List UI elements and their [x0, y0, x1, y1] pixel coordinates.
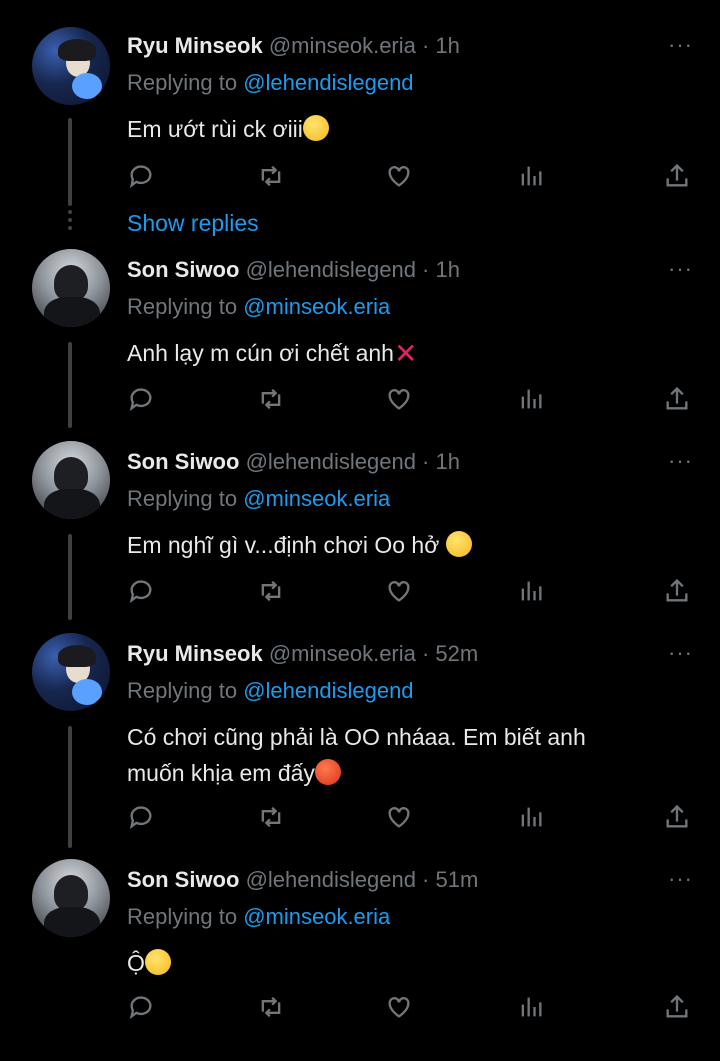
display-name[interactable]: Son Siwoo: [127, 867, 239, 892]
display-name[interactable]: Son Siwoo: [127, 449, 239, 474]
display-name[interactable]: Ryu Minseok: [127, 641, 263, 666]
avatar[interactable]: [32, 27, 110, 105]
replying-to: Replying to @minseok.eria: [127, 294, 391, 319]
thread-dots: [68, 210, 72, 234]
mention-link[interactable]: @minseok.eria: [243, 904, 390, 929]
more-options-icon[interactable]: ···: [668, 640, 693, 666]
reply-icon[interactable]: [127, 385, 157, 415]
replying-to: Replying to @lehendislegend: [127, 70, 414, 95]
like-icon[interactable]: [385, 162, 415, 192]
reply-icon[interactable]: [127, 993, 157, 1023]
share-icon[interactable]: [663, 162, 693, 192]
share-icon[interactable]: [663, 993, 693, 1023]
views-icon[interactable]: [517, 993, 547, 1023]
tweet-text: Ộ: [127, 945, 687, 981]
handle-time: @lehendislegend · 1h: [245, 257, 460, 282]
tweet-actions: [127, 162, 697, 192]
tweet-actions: [127, 577, 697, 607]
mention-link[interactable]: @minseok.eria: [243, 294, 390, 319]
more-options-icon[interactable]: ···: [668, 256, 693, 282]
replying-to: Replying to @minseok.eria: [127, 486, 391, 511]
more-options-icon[interactable]: ···: [668, 866, 693, 892]
thread-line: [68, 726, 72, 848]
tweet-actions: [127, 385, 697, 415]
tweet-text: Có chơi cũng phải là OO nháaa. Em biết a…: [127, 724, 586, 786]
thread-line: [68, 534, 72, 620]
share-icon[interactable]: [663, 577, 693, 607]
zany-face-emoji: [144, 949, 171, 975]
retweet-icon[interactable]: [257, 803, 287, 833]
more-options-icon[interactable]: ···: [668, 32, 693, 58]
tweet-header: Ryu Minseok @minseok.eria · 1h: [127, 33, 460, 59]
like-icon[interactable]: [385, 385, 415, 415]
share-icon[interactable]: [663, 385, 693, 415]
mention-link[interactable]: @lehendislegend: [243, 678, 413, 703]
angry-face-emoji: [314, 759, 341, 785]
replying-to: Replying to @lehendislegend: [127, 678, 414, 703]
handle-time: @minseok.eria · 1h: [268, 33, 460, 58]
share-icon[interactable]: [663, 803, 693, 833]
handle-time: @lehendislegend · 51m: [245, 867, 479, 892]
reply-icon[interactable]: [127, 577, 157, 607]
cross-mark-emoji: ✕: [393, 338, 418, 369]
handle-time: @lehendislegend · 1h: [245, 449, 460, 474]
handle-time: @minseok.eria · 52m: [268, 641, 479, 666]
hand-over-mouth-emoji: [302, 115, 329, 141]
display-name[interactable]: Ryu Minseok: [127, 33, 263, 58]
display-name[interactable]: Son Siwoo: [127, 257, 239, 282]
reply-icon[interactable]: [127, 162, 157, 192]
views-icon[interactable]: [517, 577, 547, 607]
thread-line: [68, 342, 72, 428]
tweet-header: Ryu Minseok @minseok.eria · 52m: [127, 641, 478, 667]
tweet-actions: [127, 993, 697, 1023]
avatar[interactable]: [32, 859, 110, 937]
avatar[interactable]: [32, 633, 110, 711]
like-icon[interactable]: [385, 803, 415, 833]
tweet-text: Anh lạy m cún ơi chết anh✕: [127, 338, 418, 369]
views-icon[interactable]: [517, 385, 547, 415]
replying-to: Replying to @minseok.eria: [127, 904, 391, 929]
show-replies-link[interactable]: Show replies: [127, 210, 259, 237]
avatar[interactable]: [32, 441, 110, 519]
retweet-icon[interactable]: [257, 385, 287, 415]
tweet-header: Son Siwoo @lehendislegend · 51m: [127, 867, 478, 893]
tweet-header: Son Siwoo @lehendislegend · 1h: [127, 449, 460, 475]
retweet-icon[interactable]: [257, 162, 287, 192]
tweet-text: Em nghĩ gì v...định chơi Oo hở: [127, 527, 687, 563]
thread-line: [68, 118, 72, 206]
mention-link[interactable]: @minseok.eria: [243, 486, 390, 511]
avatar[interactable]: [32, 249, 110, 327]
tweet-actions: [127, 803, 697, 833]
views-icon[interactable]: [517, 162, 547, 192]
views-icon[interactable]: [517, 803, 547, 833]
tweet-header: Son Siwoo @lehendislegend · 1h: [127, 257, 460, 283]
retweet-icon[interactable]: [257, 577, 287, 607]
retweet-icon[interactable]: [257, 993, 287, 1023]
like-icon[interactable]: [385, 577, 415, 607]
more-options-icon[interactable]: ···: [668, 448, 693, 474]
reply-icon[interactable]: [127, 803, 157, 833]
tweet-text: Em ướt rùi ck ơiii: [127, 111, 687, 147]
raised-eyebrow-emoji: [445, 531, 472, 557]
mention-link[interactable]: @lehendislegend: [243, 70, 413, 95]
like-icon[interactable]: [385, 993, 415, 1023]
